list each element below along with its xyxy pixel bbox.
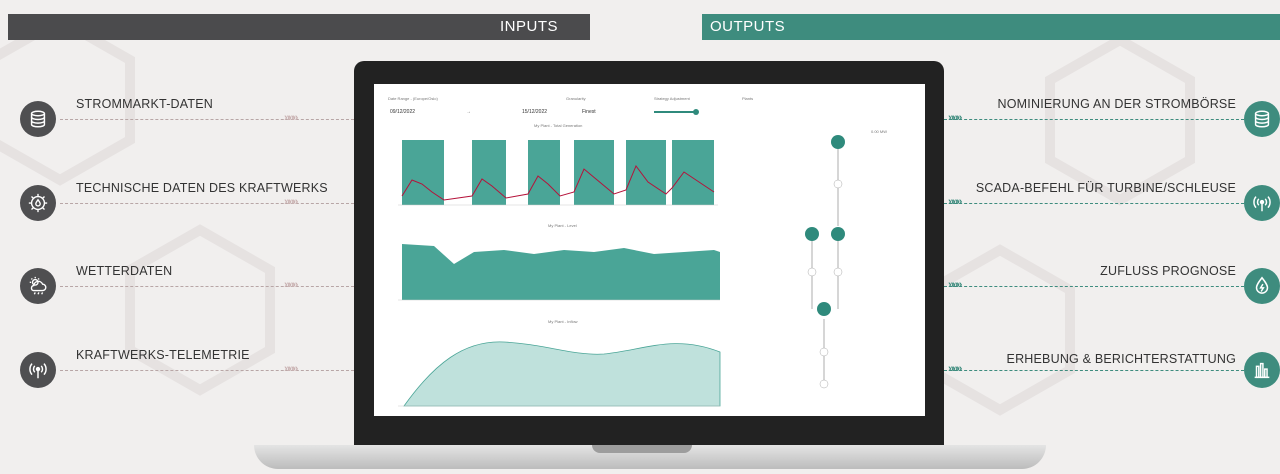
input-label: STROMMARKT-DATEN bbox=[76, 97, 213, 111]
output-label: ZUFLUSS PROGNOSE bbox=[1100, 264, 1236, 278]
output-connector bbox=[944, 286, 1244, 288]
chevrons: »»» bbox=[948, 363, 962, 375]
input-label: TECHNISCHE DATEN DES KRAFTWERKS bbox=[76, 181, 328, 195]
bar-chart-icon bbox=[1244, 352, 1280, 388]
input-label: KRAFTWERKS-TELEMETRIE bbox=[76, 348, 250, 362]
generation-chart bbox=[402, 140, 714, 205]
database-icon bbox=[20, 101, 56, 137]
output-label: SCADA-BEFEHL FÜR TURBINE/SCHLEUSE bbox=[975, 181, 1236, 195]
antenna-icon bbox=[20, 352, 56, 388]
inflow-chart bbox=[403, 341, 721, 407]
output-label: ERHEBUNG & BERICHTERSTATTUNG bbox=[1006, 352, 1236, 366]
level-chart bbox=[402, 244, 720, 300]
chevrons: »»» bbox=[948, 196, 962, 208]
outputs-banner: OUTPUTS bbox=[702, 14, 1280, 40]
input-connector bbox=[60, 119, 354, 121]
output-connector bbox=[944, 119, 1244, 121]
gear-drop-icon bbox=[20, 185, 56, 221]
antenna-icon bbox=[1244, 185, 1280, 221]
chevrons: »»» bbox=[284, 279, 298, 291]
input-label: WETTERDATEN bbox=[76, 264, 173, 278]
dashboard-charts bbox=[398, 135, 845, 407]
output-connector bbox=[944, 370, 1244, 372]
input-connector bbox=[60, 370, 354, 372]
weather-icon bbox=[20, 268, 56, 304]
drop-icon bbox=[1244, 268, 1280, 304]
input-connector bbox=[60, 203, 354, 205]
chevrons: »»» bbox=[284, 196, 298, 208]
chevrons: »»» bbox=[948, 279, 962, 291]
laptop-notch bbox=[592, 445, 692, 453]
output-connector bbox=[944, 203, 1244, 205]
inputs-banner: INPUTS bbox=[8, 14, 590, 40]
chevrons: »»» bbox=[284, 363, 298, 375]
dashboard-screen: Date Range - (Europe/Oslo) 09/12/2022 → … bbox=[374, 84, 925, 416]
database-icon bbox=[1244, 101, 1280, 137]
output-label: NOMINIERUNG AN DER STROMBÖRSE bbox=[997, 97, 1236, 111]
input-connector bbox=[60, 286, 354, 288]
chevrons: »»» bbox=[284, 112, 298, 124]
chevrons: »»» bbox=[948, 112, 962, 124]
